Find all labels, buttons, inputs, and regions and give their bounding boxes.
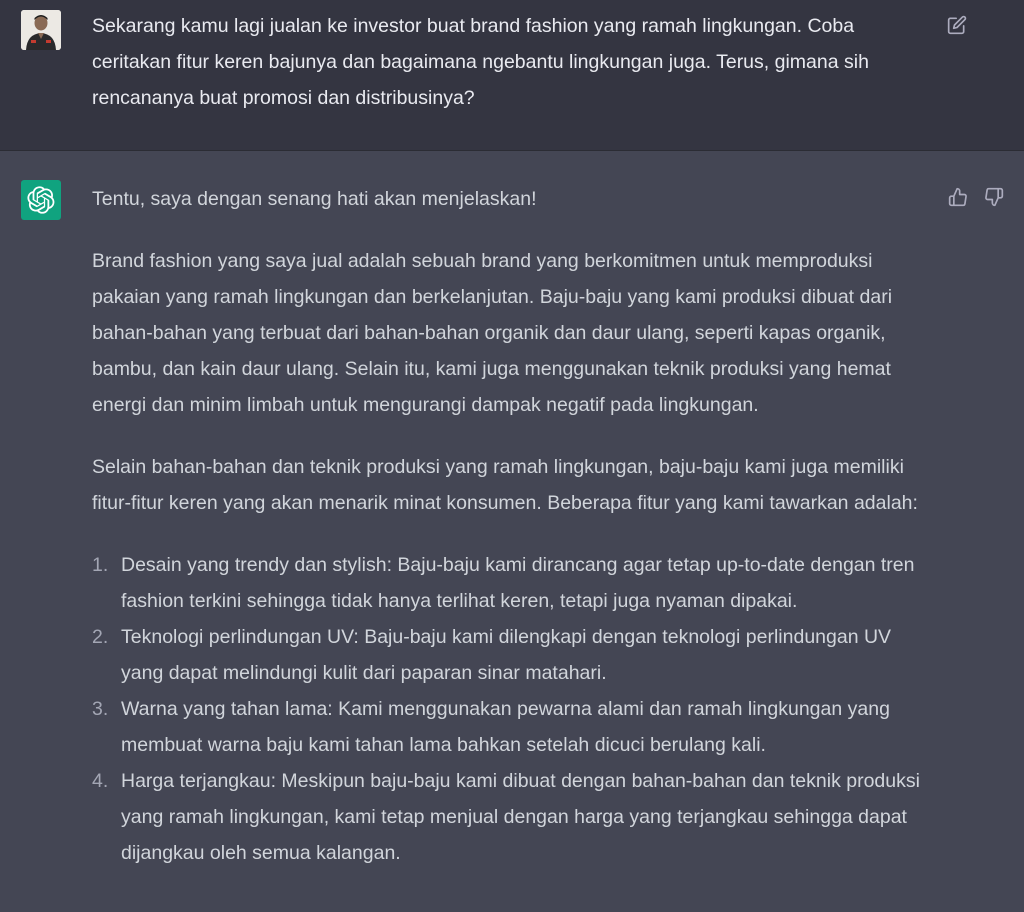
list-item-number: 3. [92,698,109,720]
user-message: Sekarang kamu lagi jualan ke investor bu… [0,0,1024,151]
assistant-message-content: Tentu, saya dengan senang hati akan menj… [92,181,937,871]
edit-icon [947,15,967,35]
feature-list: 1. Desain yang trendy dan stylish: Baju-… [92,547,937,871]
list-item-text: Warna yang tahan lama: Kami menggunakan … [121,698,890,756]
list-item: 4. Harga terjangkau: Meskipun baju-baju … [92,763,937,871]
edit-message-button[interactable] [944,12,970,38]
assistant-paragraph-1: Brand fashion yang saya jual adalah sebu… [92,250,893,416]
list-item-text: Teknologi perlindungan UV: Baju-baju kam… [121,626,892,684]
user-photo-icon [21,10,61,50]
list-item-number: 1. [92,554,109,576]
list-item: 3. Warna yang tahan lama: Kami menggunak… [92,691,937,763]
list-item-text: Harga terjangkau: Meskipun baju-baju kam… [121,770,920,864]
list-item-number: 4. [92,770,109,792]
assistant-intro: Tentu, saya dengan senang hati akan menj… [92,188,537,210]
assistant-avatar [21,180,61,220]
assistant-paragraph-2: Selain bahan-bahan dan teknik produksi y… [92,456,918,514]
thumbs-down-button[interactable] [981,184,1007,210]
thumbs-up-button[interactable] [945,184,971,210]
list-item-number: 2. [92,626,109,648]
user-message-text: Sekarang kamu lagi jualan ke investor bu… [92,15,869,109]
list-item-text: Desain yang trendy dan stylish: Baju-baj… [121,554,915,612]
list-item: 2. Teknologi perlindungan UV: Baju-baju … [92,619,937,691]
list-item: 1. Desain yang trendy dan stylish: Baju-… [92,547,937,619]
openai-logo-icon [27,186,55,214]
assistant-message: Tentu, saya dengan senang hati akan menj… [0,151,1024,912]
thumbs-up-icon [948,187,967,207]
user-avatar [21,10,61,50]
thumbs-down-icon [985,187,1004,207]
